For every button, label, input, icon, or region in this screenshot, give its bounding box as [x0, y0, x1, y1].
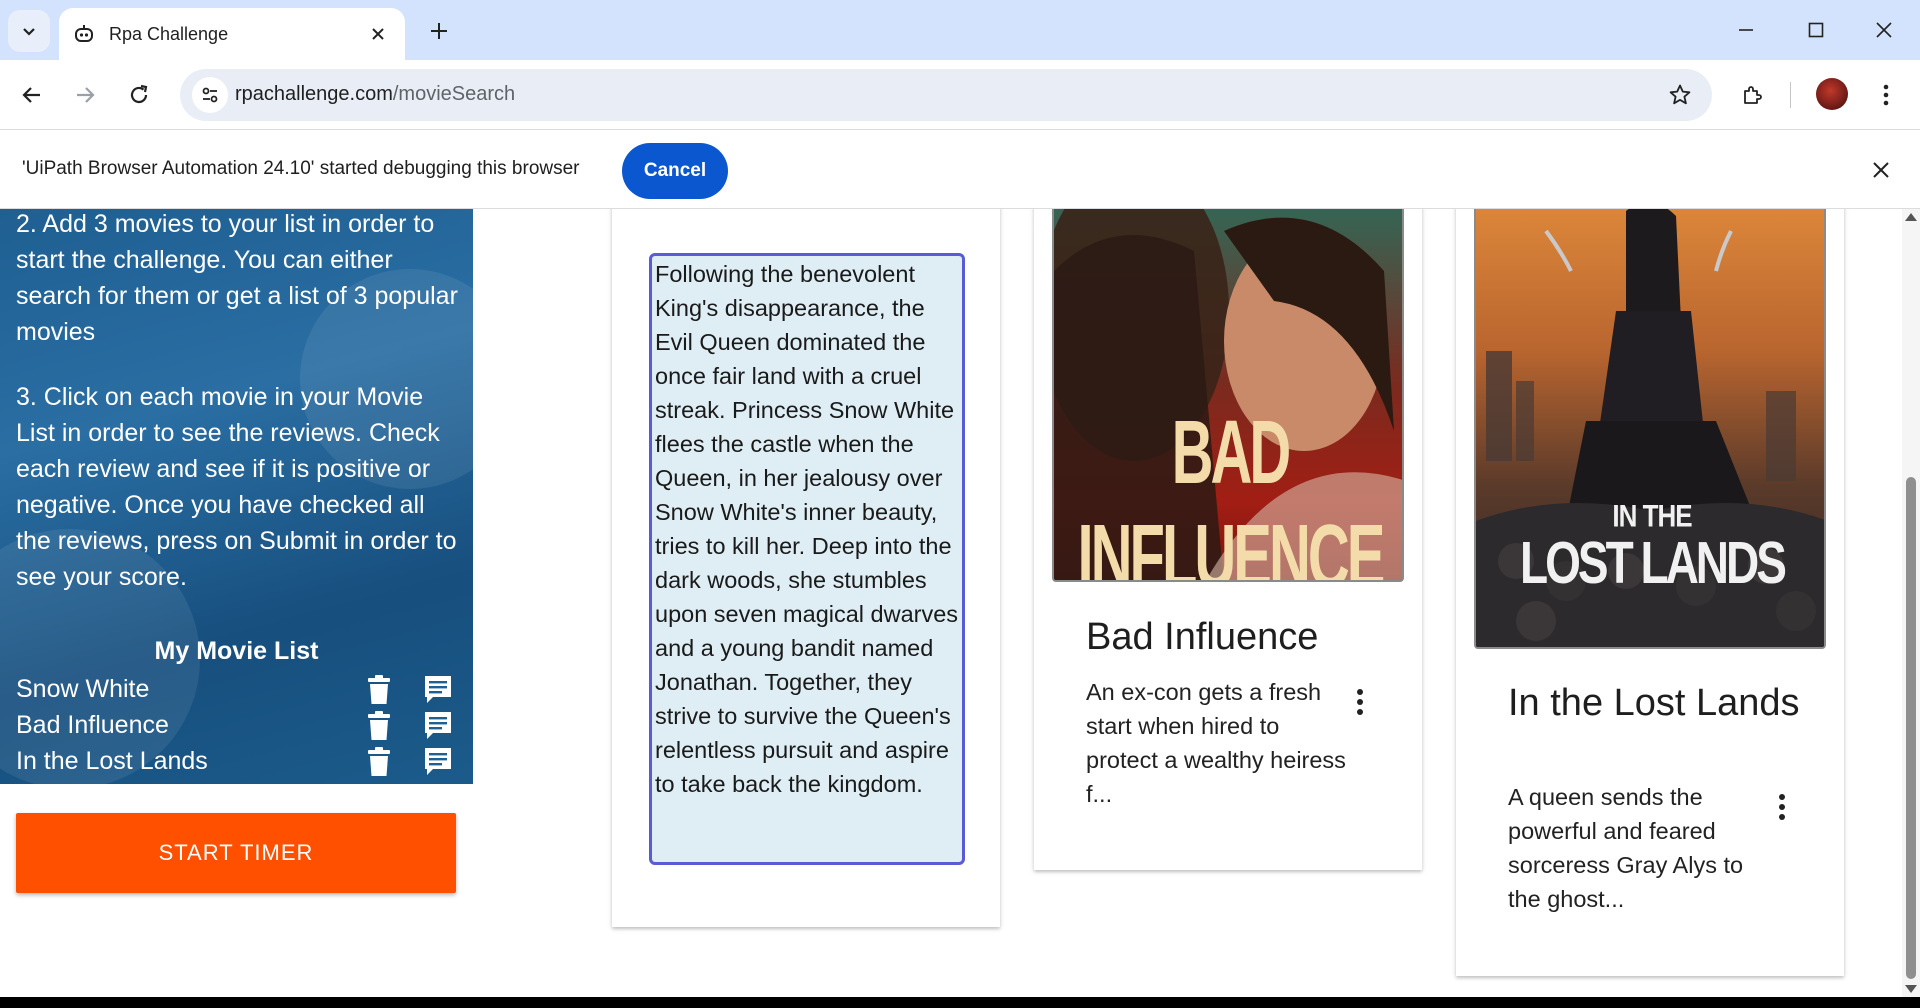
comment-icon[interactable]	[422, 673, 454, 705]
close-icon[interactable]	[1866, 155, 1896, 185]
movie-list-title: My Movie List	[154, 637, 319, 665]
infobar-message: 'UiPath Browser Automation 24.10' starte…	[22, 158, 580, 179]
page-scrollbar[interactable]	[1902, 209, 1920, 997]
movie-name: Snow White	[16, 675, 150, 703]
movie-description: An ex-con gets a fresh start when hired …	[1086, 679, 1346, 807]
movie-description: A queen sends the powerful and feared so…	[1508, 784, 1744, 912]
scroll-up-icon[interactable]	[1905, 213, 1917, 221]
chevron-down-icon	[23, 28, 35, 36]
url-domain: rpachallenge.com	[235, 83, 393, 105]
address-bar[interactable]: rpachallenge.com/movieSearch	[180, 69, 1712, 121]
reload-icon[interactable]	[117, 73, 161, 117]
movie-list-item[interactable]: Snow White	[16, 671, 456, 707]
comment-icon[interactable]	[422, 745, 454, 777]
forward-arrow-icon[interactable]	[63, 73, 107, 117]
url-path: /movieSearch	[392, 83, 516, 105]
browser-toolbar: rpachallenge.com/movieSearch	[0, 60, 1920, 130]
poster-title-bottom: LOST LANDS	[1520, 528, 1787, 596]
extensions-icon[interactable]	[1733, 75, 1773, 115]
movie-poster[interactable]: IN THE LOST LANDS	[1474, 209, 1826, 649]
trash-icon[interactable]	[366, 747, 392, 777]
trash-icon[interactable]	[366, 711, 392, 741]
url-text[interactable]: rpachallenge.com/movieSearch	[235, 83, 515, 106]
active-tab[interactable]: Rpa Challenge	[59, 8, 405, 60]
movie-list-item[interactable]: In the Lost Lands	[16, 743, 456, 779]
close-window-icon[interactable]	[1856, 10, 1912, 50]
more-vert-icon[interactable]	[1772, 790, 1792, 824]
movie-card-bad-influence[interactable]: BAD INFLUENCE Bad Influence An ex-con ge…	[1034, 209, 1422, 870]
tab-strip: Rpa Challenge	[0, 0, 1920, 60]
start-timer-button[interactable]: START TIMER	[16, 813, 456, 893]
star-icon[interactable]	[1666, 81, 1694, 109]
plus-icon[interactable]	[422, 14, 456, 48]
taskbar-edge	[0, 997, 1920, 1008]
movie-name: In the Lost Lands	[16, 747, 208, 775]
more-vert-icon[interactable]	[1350, 685, 1370, 719]
cancel-button[interactable]: Cancel	[622, 143, 728, 199]
movie-list-item[interactable]: Bad Influence	[16, 707, 456, 743]
trash-icon[interactable]	[366, 675, 392, 705]
kebab-menu-icon[interactable]	[1866, 75, 1906, 115]
instructions-panel: 2. Add 3 movies to your list in order to…	[0, 209, 473, 784]
movie-title: In the Lost Lands	[1508, 682, 1800, 724]
back-arrow-icon[interactable]	[10, 73, 54, 117]
review-text: Following the benevolent King's disappea…	[649, 253, 965, 865]
site-info-icon[interactable]	[192, 77, 228, 113]
instruction-step-3: 3. Click on each movie in your Movie Lis…	[16, 383, 457, 591]
instruction-step-2: 2. Add 3 movies to your list in order to…	[16, 210, 458, 346]
scrollbar-thumb[interactable]	[1906, 477, 1916, 979]
debugging-infobar: 'UiPath Browser Automation 24.10' starte…	[0, 131, 1920, 209]
scroll-down-icon[interactable]	[1905, 985, 1917, 993]
movie-title: Bad Influence	[1086, 616, 1319, 658]
tab-title: Rpa Challenge	[109, 23, 229, 44]
minimize-icon[interactable]	[1718, 10, 1774, 50]
tab-search-button[interactable]	[8, 10, 50, 52]
close-icon[interactable]	[365, 21, 391, 47]
toolbar-divider	[1790, 82, 1791, 108]
movie-card-in-the-lost-lands[interactable]: IN THE LOST LANDS In the Lost Lands A qu…	[1456, 209, 1844, 976]
profile-avatar[interactable]	[1816, 78, 1848, 110]
poster-title: BAD INFLUENCE	[1077, 402, 1386, 582]
page-viewport: 2. Add 3 movies to your list in order to…	[0, 209, 1920, 997]
movie-poster[interactable]: BAD INFLUENCE	[1052, 209, 1404, 582]
comment-icon[interactable]	[422, 709, 454, 741]
robot-favicon-icon	[73, 23, 95, 45]
maximize-icon[interactable]	[1788, 10, 1844, 50]
movie-name: Bad Influence	[16, 711, 169, 739]
movie-card-snow-white[interactable]: Following the benevolent King's disappea…	[612, 209, 1000, 927]
